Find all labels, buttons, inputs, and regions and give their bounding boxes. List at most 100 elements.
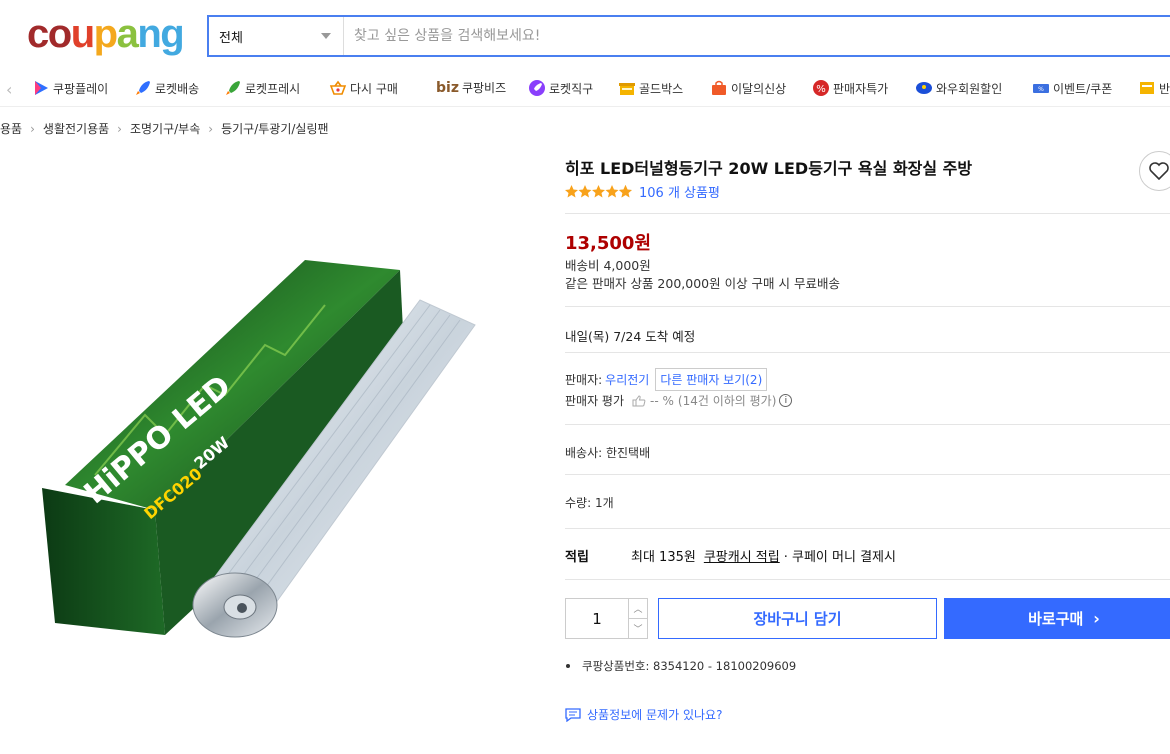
logo-letter: n — [137, 12, 161, 56]
chevron-right-icon: › — [1093, 609, 1100, 628]
logo-letter: c — [27, 12, 49, 56]
divider — [565, 352, 1170, 353]
chevron-left-icon[interactable]: ‹ — [6, 80, 12, 99]
chevron-right-icon: › — [117, 121, 122, 136]
shipping-fee: 배송비 4,000원 — [565, 258, 651, 273]
product-number-row: 쿠팡상품번호: 8354120 - 18100209609 — [565, 658, 796, 674]
breadcrumb: 용품 › 생활전기용품 › 조명기구/부속 › 등기구/투광기/실링팬 — [0, 120, 329, 137]
divider — [565, 474, 1170, 475]
product-number: 쿠팡상품번호: 8354120 - 18100209609 — [582, 659, 797, 673]
seller-rating-label: 판매자 평가 — [565, 394, 625, 408]
nav-item-label: 골드박스 — [639, 81, 684, 96]
report-issue-link[interactable]: 상품정보에 문제가 있나요? — [565, 706, 722, 723]
nav-item-label: 로켓직구 — [549, 81, 594, 96]
quantity-input[interactable] — [566, 599, 628, 638]
nav-item-label: 와우회원할인 — [936, 81, 1003, 96]
nav-item-rocket-global[interactable]: 로켓직구 — [528, 79, 593, 97]
basket-icon — [329, 80, 347, 95]
quantity-step-buttons: ︿ ﹀ — [628, 599, 647, 638]
thumbs-up-icon — [632, 394, 646, 406]
other-sellers-button[interactable]: 다른 판매자 보기(2) — [655, 368, 768, 391]
biz-icon: biz — [436, 79, 459, 96]
divider — [565, 213, 1170, 214]
divider — [565, 424, 1170, 425]
nav-item-seller-deals[interactable]: % 판매자특가 — [812, 79, 888, 97]
star-rating-icon — [565, 185, 632, 198]
add-to-cart-button[interactable]: 장바구니 담기 — [658, 598, 937, 639]
chevron-right-icon: › — [208, 121, 214, 136]
seller-row: 판매자: 우리전기 다른 판매자 보기(2) — [565, 368, 768, 391]
percent-icon: % — [813, 80, 829, 96]
logo-letter: u — [70, 12, 95, 56]
nav-item-label: 판매자특가 — [833, 81, 889, 96]
divider — [565, 528, 1170, 529]
coupang-logo[interactable]: coupang — [27, 12, 185, 56]
heart-icon — [1149, 162, 1169, 180]
seller-rating-note: (14건 이하의 평가) — [677, 394, 777, 408]
rocket-icon — [136, 81, 150, 95]
wow-icon — [916, 82, 932, 94]
review-count-link[interactable]: 106 개 상품평 — [639, 182, 720, 201]
goldbox-icon — [619, 83, 635, 95]
breadcrumb-item[interactable]: 등기구/투광기/실링팬 — [221, 120, 328, 137]
rocket-fresh-icon — [226, 81, 240, 95]
breadcrumb-item[interactable]: 생활전기용품 — [43, 120, 109, 137]
reward-row: 적립 최대 135원 쿠팡캐시 적립 · 쿠페이 머니 결제시 — [565, 546, 896, 565]
quantity-decrease-button[interactable]: ﹀ — [629, 618, 647, 638]
nav-item-label: 로켓배송 — [155, 81, 200, 96]
product-image: HiPPO LED DFC020 20W — [42, 260, 476, 638]
return-icon — [1140, 82, 1154, 94]
svg-text:%: % — [816, 84, 826, 95]
report-issue-label: 상품정보에 문제가 있나요? — [587, 708, 723, 722]
coupon-icon: % — [1033, 84, 1049, 93]
logo-letter: g — [160, 12, 184, 56]
arrival-estimate: 내일(목) 7/24 도착 예정 — [565, 329, 696, 344]
wishlist-button[interactable] — [1139, 151, 1170, 191]
quantity-label: 수량: 1개 — [565, 496, 614, 510]
play-icon — [35, 81, 48, 95]
search-category-value: 전체 — [219, 30, 243, 46]
nav-item-goldbox[interactable]: 골드박스 — [618, 79, 683, 97]
nav-item-return[interactable]: 반 — [1138, 79, 1170, 97]
rating-stars — [565, 185, 633, 198]
quantity-stepper: ︿ ﹀ — [565, 598, 648, 639]
reward-suffix: · 쿠페이 머니 결제시 — [783, 550, 896, 565]
nav-item-label: 다시 구매 — [350, 81, 398, 96]
seller-rating-value: -- % — [650, 393, 674, 408]
nav-item-rocket-fresh[interactable]: 로켓프레시 — [224, 79, 300, 97]
product-title: 히포 LED터널형등기구 20W LED등기구 욕실 화장실 주방 — [565, 159, 973, 178]
nav-item-new-arrivals[interactable]: 이달의신상 — [710, 79, 786, 97]
nav-item-label: 로켓프레시 — [245, 81, 301, 96]
nav-item-label: 반 — [1159, 81, 1170, 96]
chevron-down-icon: ﹀ — [633, 625, 643, 635]
search-input[interactable] — [344, 17, 1170, 55]
breadcrumb-item[interactable]: 용품 — [0, 120, 22, 137]
search-category-select[interactable]: 전체 — [209, 17, 344, 55]
chevron-up-icon: ︿ — [633, 605, 643, 615]
nav-item-label: 이달의신상 — [731, 81, 787, 96]
chat-icon — [565, 707, 581, 722]
free-shipping-note: 같은 판매자 상품 200,000원 이상 구매 시 무료배송 — [565, 276, 841, 291]
nav-item-wow-discount[interactable]: 와우회원할인 — [915, 79, 1002, 97]
nav-item-coupang-biz[interactable]: biz 쿠팡비즈 — [436, 79, 506, 96]
reward-amount: 최대 135원 — [631, 550, 696, 565]
divider — [565, 306, 1170, 307]
category-nav: ‹ 쿠팡플레이 로켓배송 로켓프레시 다시 구매 biz 쿠팡비즈 로켓직구 골… — [0, 74, 1170, 104]
svg-text:%: % — [1038, 86, 1044, 93]
search-bar: 전체 — [207, 15, 1170, 57]
coupang-cash-link[interactable]: 쿠팡캐시 적립 — [704, 546, 780, 565]
quantity-increase-button[interactable]: ︿ — [629, 599, 647, 618]
nav-item-coupang-play[interactable]: 쿠팡플레이 — [32, 79, 108, 97]
seller-label: 판매자: — [565, 373, 603, 387]
nav-item-label: 쿠팡비즈 — [461, 81, 507, 95]
nav-item-rebuy[interactable]: 다시 구매 — [329, 79, 398, 97]
nav-item-rocket-delivery[interactable]: 로켓배송 — [134, 79, 199, 97]
info-icon[interactable]: i — [779, 394, 793, 407]
nav-item-label: 이벤트/쿠폰 — [1053, 81, 1113, 96]
chevron-right-icon: › — [30, 121, 35, 136]
seller-name-link[interactable]: 우리전기 — [605, 371, 649, 388]
nav-item-events-coupons[interactable]: % 이벤트/쿠폰 — [1032, 79, 1112, 97]
chevron-down-icon — [321, 33, 331, 39]
breadcrumb-item[interactable]: 조명기구/부속 — [130, 120, 200, 137]
buy-now-button[interactable]: 바로구매 › — [944, 598, 1170, 639]
